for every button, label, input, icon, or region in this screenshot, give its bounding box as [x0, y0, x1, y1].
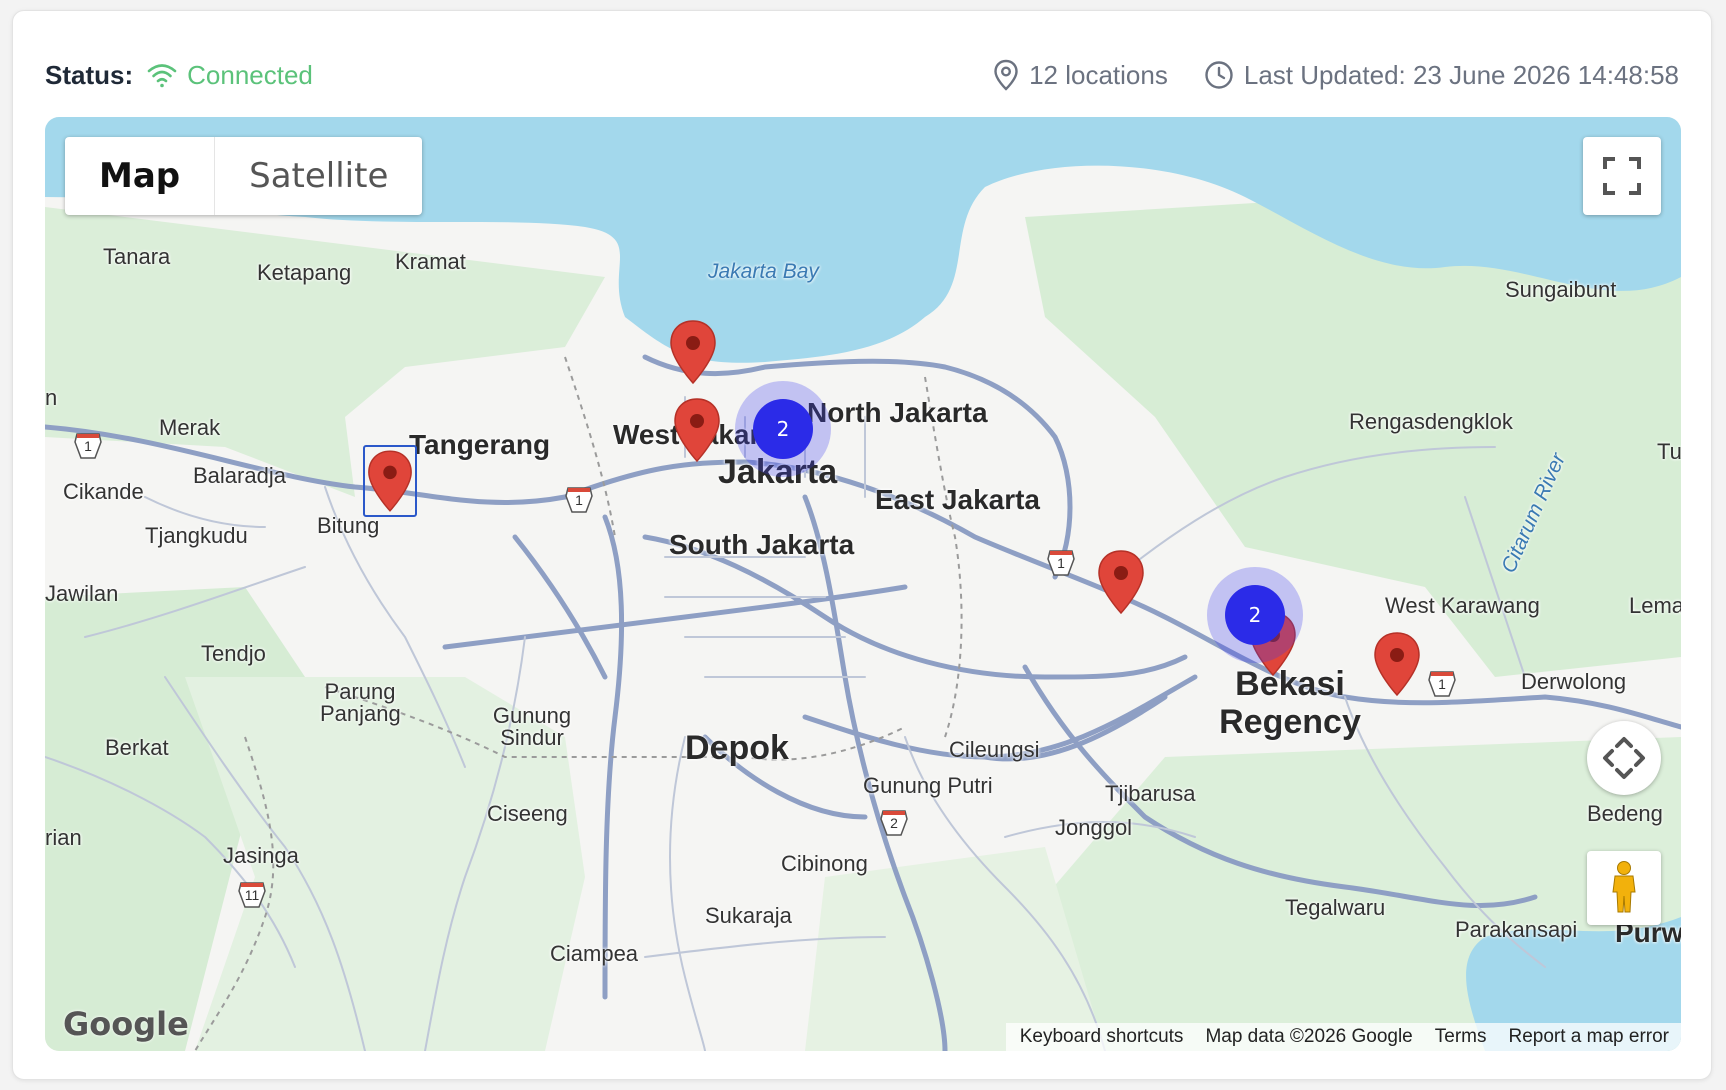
place-label: Tjibarusa	[1105, 781, 1196, 806]
map-type-map-button[interactable]: Map	[65, 137, 216, 215]
place-label: East Jakarta	[875, 484, 1041, 515]
place-label: North Jakarta	[807, 397, 988, 428]
map-type-satellite-button[interactable]: Satellite	[215, 137, 422, 215]
place-label: Ketapang	[257, 260, 352, 285]
place-label: Depok	[685, 729, 789, 767]
place-label: Derwolong	[1521, 669, 1627, 694]
place-label: Tjangkudu	[145, 523, 248, 548]
place-label: Merak	[159, 415, 221, 440]
keyboard-shortcuts-link[interactable]: Keyboard shortcuts	[1020, 1026, 1184, 1048]
locations-count: 12 locations	[993, 59, 1168, 91]
place-label: South Jakarta	[669, 529, 855, 560]
place-label: West Karawang	[1385, 593, 1540, 618]
fullscreen-icon	[1603, 157, 1641, 195]
map-attribution: Keyboard shortcuts Map data ©2026 Google…	[1005, 1023, 1681, 1051]
status-label: Status:	[45, 59, 134, 90]
camera-control-icon	[1603, 737, 1645, 779]
route-number: 1	[1057, 555, 1065, 571]
place-label: Parung Panjang	[320, 679, 401, 726]
fullscreen-button[interactable]	[1583, 137, 1661, 215]
map-view[interactable]: Tanara Ketapang Kramat Jakarta Bay Sunga…	[45, 117, 1681, 1051]
route-number: 1	[84, 438, 92, 454]
map-meta: 12 locations Last Updated: 23 June 2026 …	[993, 59, 1679, 91]
route-shield: 2	[879, 807, 909, 837]
route-shield: 1	[1427, 668, 1457, 698]
place-label: Jasinga	[223, 843, 299, 868]
location-marker[interactable]	[667, 317, 719, 387]
connection-status: Status: Connected	[45, 60, 313, 91]
place-label: Gunung Sindur	[492, 703, 572, 750]
route-number: 1	[575, 492, 583, 508]
marker-cluster[interactable]: 2	[735, 381, 831, 477]
place-label: rian	[45, 825, 82, 850]
location-pin-icon	[994, 59, 1018, 91]
place-label: Tu	[1657, 439, 1681, 464]
place-label: Tanara	[103, 244, 171, 269]
place-label: Lema	[1629, 593, 1681, 618]
place-label: Sukaraja	[705, 903, 792, 928]
route-shield: 1	[1046, 547, 1076, 577]
route-number: 1	[1438, 676, 1446, 692]
location-marker[interactable]	[1095, 547, 1147, 617]
place-label: Cikande	[63, 479, 144, 504]
location-marker[interactable]	[1371, 629, 1423, 699]
last-updated: Last Updated: 23 June 2026 14:48:58	[1204, 60, 1679, 91]
place-label: Tendjo	[201, 641, 266, 666]
place-label: Cibinong	[781, 851, 868, 876]
place-label: Ciseeng	[487, 801, 568, 826]
last-updated-text: Last Updated: 23 June 2026 14:48:58	[1243, 59, 1679, 90]
map-data-attribution: Map data ©2026 Google	[1205, 1026, 1413, 1047]
clock-icon	[1205, 61, 1233, 89]
locations-text: 12 locations	[1029, 59, 1168, 90]
place-label: Gunung Putri	[863, 773, 993, 798]
route-shield: 11	[237, 879, 267, 909]
place-label: Berkat	[105, 735, 169, 760]
street-view-pegman[interactable]	[1587, 851, 1661, 925]
map-base[interactable]	[45, 117, 1681, 1051]
place-label: Rengasdengklok	[1349, 409, 1513, 434]
place-label: Balaradja	[193, 463, 286, 488]
report-error-link[interactable]: Report a map error	[1508, 1026, 1669, 1048]
route-shield: 1	[564, 484, 594, 514]
place-label: Sungaibunt	[1505, 277, 1617, 302]
location-marker-selected[interactable]	[363, 445, 417, 517]
place-label: Tegalwaru	[1285, 895, 1386, 920]
place-label: Tangerang	[409, 429, 551, 460]
wifi-icon	[147, 64, 177, 88]
status-value: Connected	[187, 59, 313, 90]
marker-cluster[interactable]: 2	[1207, 567, 1303, 663]
status-bar: Status: Connected 12 locations Last Upda…	[45, 49, 1679, 101]
place-label: Jakarta Bay	[708, 260, 819, 283]
terms-link[interactable]: Terms	[1435, 1026, 1487, 1048]
place-label: Cileungsi	[949, 737, 1040, 762]
place-label: Kramat	[395, 249, 466, 274]
route-number: 2	[890, 815, 898, 831]
map-card: Status: Connected 12 locations Last Upda…	[12, 10, 1712, 1080]
place-label: n	[45, 385, 58, 410]
place-label: Jawilan	[45, 581, 119, 606]
route-shield: 1	[73, 430, 103, 460]
cluster-count: 2	[1225, 585, 1285, 645]
location-marker[interactable]	[671, 395, 723, 465]
connected-indicator: Connected	[147, 60, 313, 91]
place-label: Bedeng	[1587, 801, 1663, 826]
place-label: Parakansapi	[1455, 917, 1578, 942]
map-type-toggle: Map Satellite	[65, 137, 423, 215]
google-logo: Google	[63, 1005, 189, 1043]
place-label: Ciampea	[550, 941, 639, 966]
route-number: 11	[244, 887, 260, 903]
cluster-count: 2	[753, 399, 813, 459]
place-label: Jonggol	[1055, 815, 1133, 840]
camera-control-button[interactable]	[1587, 721, 1661, 795]
pegman-icon	[1612, 861, 1636, 913]
